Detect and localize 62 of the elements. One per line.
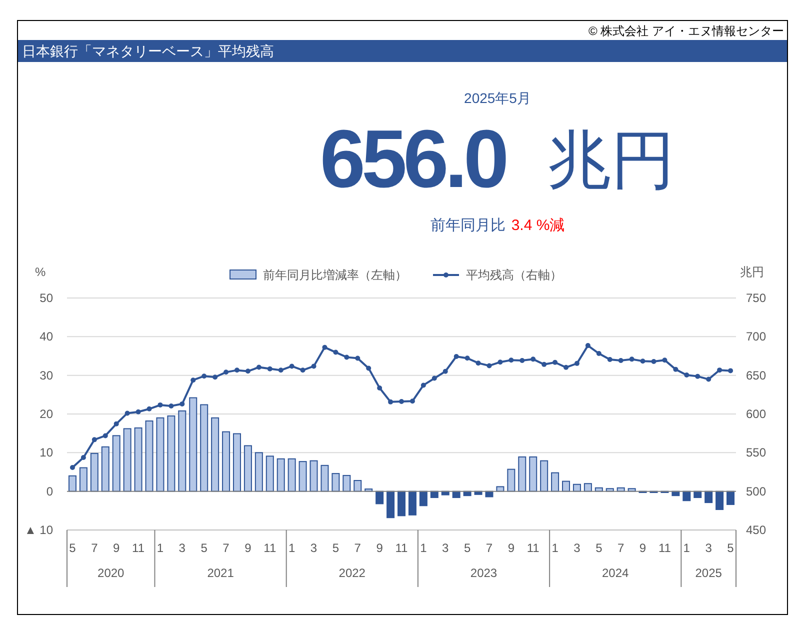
axis-label: 2021 <box>207 566 234 580</box>
axis-label: 5 <box>69 541 76 555</box>
yoy-value: 3.4 %減 <box>511 216 565 236</box>
axis-label: 2020 <box>98 566 124 580</box>
axis-label: 1 <box>420 541 427 555</box>
axis-label: 10 <box>40 446 53 460</box>
axis-label: 450 <box>746 523 766 537</box>
axis-unit: 兆円 <box>740 265 764 279</box>
axis-label: 0 <box>46 484 53 498</box>
axis-label: 5 <box>200 541 208 555</box>
axis-label: 1 <box>683 541 690 555</box>
axis-label: 2025 <box>695 566 722 580</box>
axis-label: 3 <box>178 541 186 555</box>
axis-label: 600 <box>746 407 766 421</box>
axis-label: 40 <box>40 330 53 344</box>
axis-label: 7 <box>222 541 230 555</box>
axis-label: 9 <box>376 541 383 555</box>
axis-label: 5 <box>332 541 340 555</box>
axis-label: 11 <box>264 541 276 555</box>
big-value: 656.0 <box>320 119 506 201</box>
axis-label: 50 <box>40 291 53 305</box>
axis-label: 7 <box>91 541 98 555</box>
axis-label: 7 <box>354 541 361 555</box>
axis-label: 1 <box>156 541 164 555</box>
copyright-text: © 株式会社 アイ・エヌ情報センター <box>588 24 784 36</box>
axis-unit: % <box>35 265 46 279</box>
axis-label: 650 <box>746 368 766 382</box>
axis-label: 7 <box>618 541 624 555</box>
axis-label: 9 <box>508 541 515 555</box>
axis-label: 9 <box>244 541 252 555</box>
axis-label: 550 <box>746 446 766 460</box>
axis-label: 2023 <box>470 566 498 580</box>
legend-label: 平均残高（右軸） <box>466 268 562 282</box>
axis-label: 2024 <box>602 566 629 580</box>
axis-label: 11 <box>526 541 540 555</box>
axis-label: 2022 <box>338 566 366 580</box>
axis-label: 11 <box>658 541 671 555</box>
axis-label: 5 <box>464 541 471 555</box>
axis-label: 3 <box>310 541 318 555</box>
axis-label: 30 <box>40 368 53 382</box>
axis-label: 20 <box>40 407 53 421</box>
axis-label: 1 <box>288 541 296 555</box>
axis-label: 3 <box>574 541 580 555</box>
axis-label: 5 <box>727 541 734 555</box>
date-label: 2025年5月 <box>464 89 531 108</box>
axis-label: 3 <box>705 541 712 555</box>
axis-label: 500 <box>746 484 766 498</box>
axis-label: 7 <box>486 541 493 555</box>
legend-label: 前年同月比増減率（左軸） <box>263 268 407 282</box>
yoy-label: 前年同月比 <box>430 216 506 236</box>
axis-label: 9 <box>113 541 120 555</box>
axis-label: 5 <box>596 541 602 555</box>
axis-label: 750 <box>746 291 766 305</box>
axis-label: 700 <box>746 330 766 344</box>
title-bar: 日本銀行「マネタリーベース」平均残高 <box>18 40 787 62</box>
axis-label: ▲ 10 <box>24 523 53 537</box>
axis-label: 3 <box>442 541 449 555</box>
axis-label: 11 <box>395 541 408 555</box>
unit-label: 兆円 <box>547 128 676 192</box>
axis-label: 9 <box>639 541 646 555</box>
axis-label: 1 <box>552 541 558 555</box>
axis-label: 11 <box>132 541 145 555</box>
